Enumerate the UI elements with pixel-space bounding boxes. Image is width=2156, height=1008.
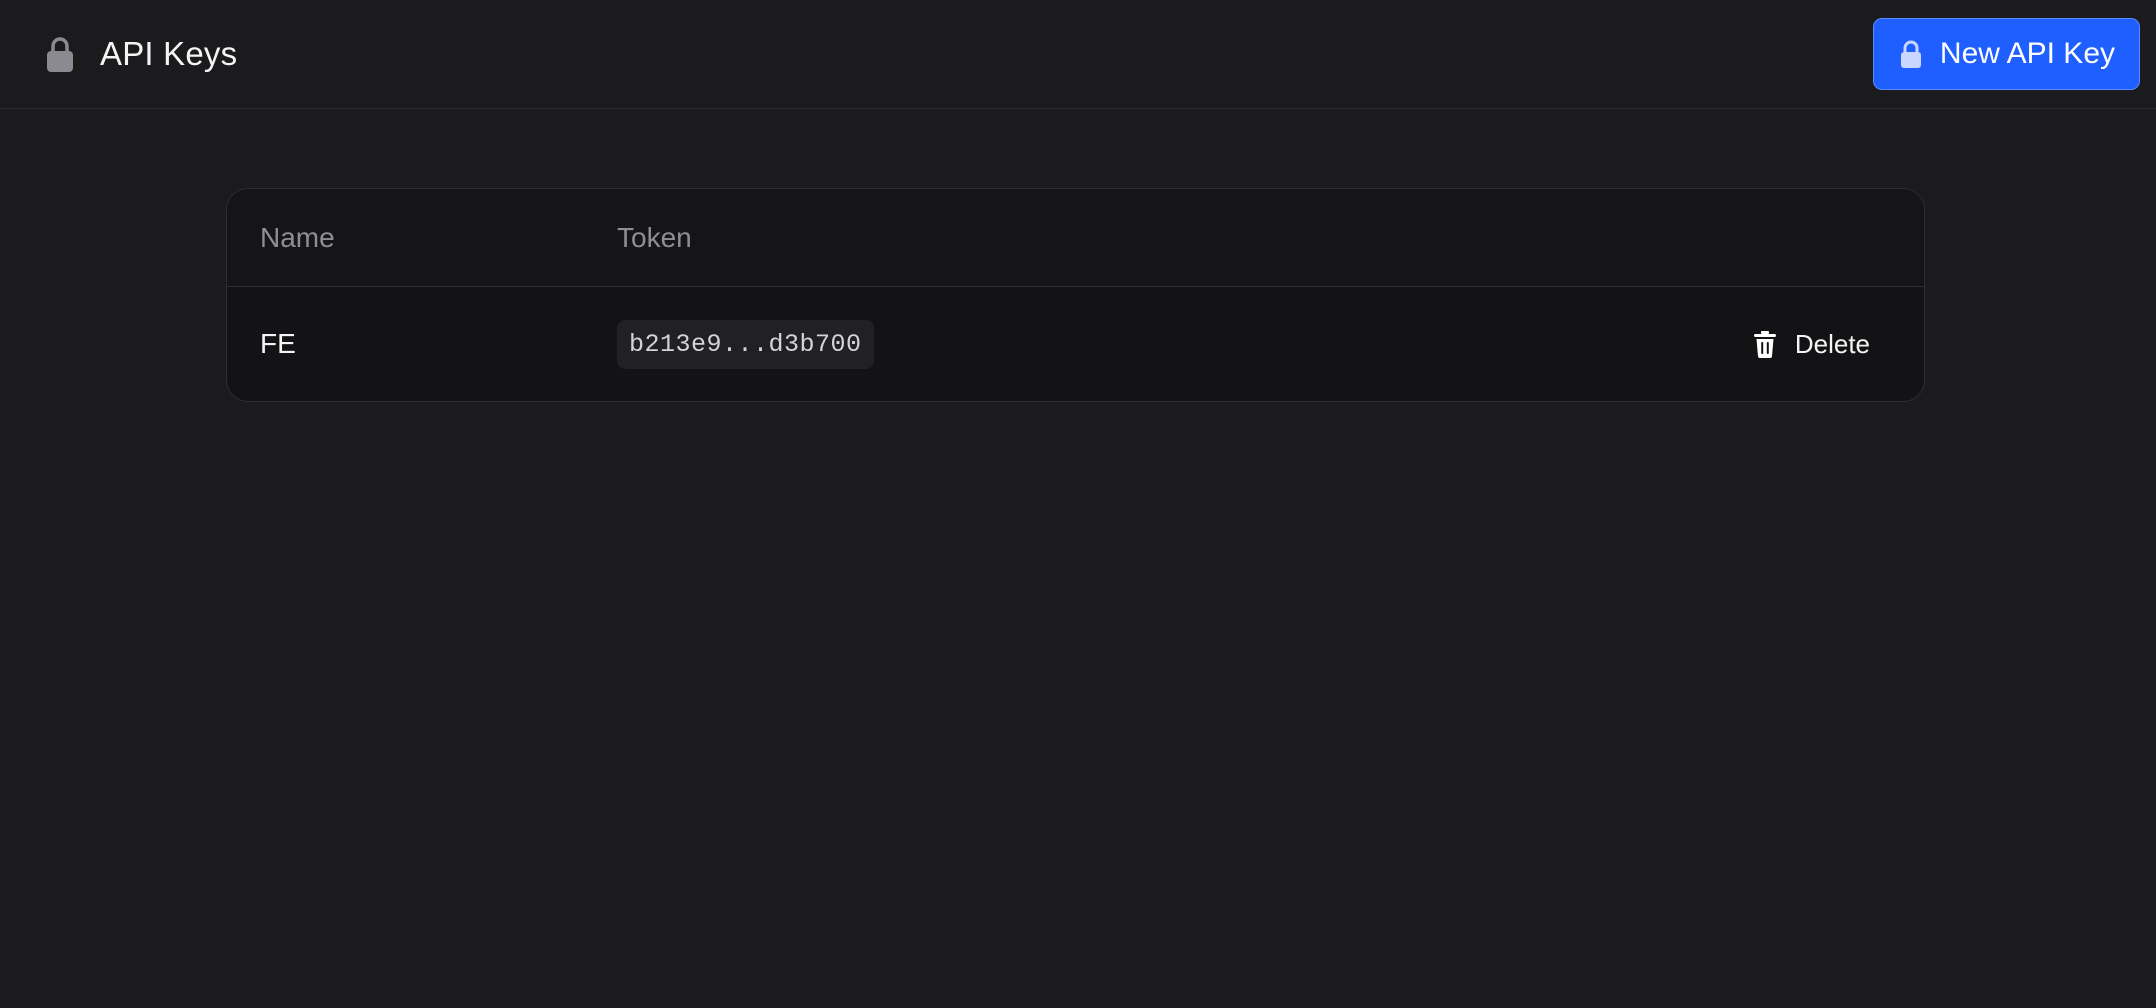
key-name: FE <box>260 328 296 359</box>
new-api-key-button[interactable]: New API Key <box>1872 18 2140 90</box>
token-value[interactable]: b213e9...d3b700 <box>617 319 874 369</box>
lock-icon <box>44 34 76 74</box>
table-row: FE b213e9...d3b700 Delete <box>227 287 1924 401</box>
column-header-token: Token <box>617 221 692 253</box>
table-header: Name Token <box>227 189 1924 287</box>
token-cell: b213e9...d3b700 <box>617 319 1753 369</box>
new-api-key-label: New API Key <box>1939 37 2115 70</box>
api-keys-table: Name Token FE b213e9...d3b700 Delete <box>226 188 1925 402</box>
column-header-name: Name <box>260 221 335 253</box>
delete-label: Delete <box>1794 328 1870 359</box>
trash-icon <box>1753 329 1779 359</box>
page-title: API Keys <box>100 35 238 72</box>
delete-button[interactable]: Delete <box>1753 329 1870 360</box>
lock-icon <box>1900 38 1924 70</box>
page-header: API Keys <box>44 34 237 74</box>
top-bar: API Keys New API Key <box>0 0 2156 109</box>
